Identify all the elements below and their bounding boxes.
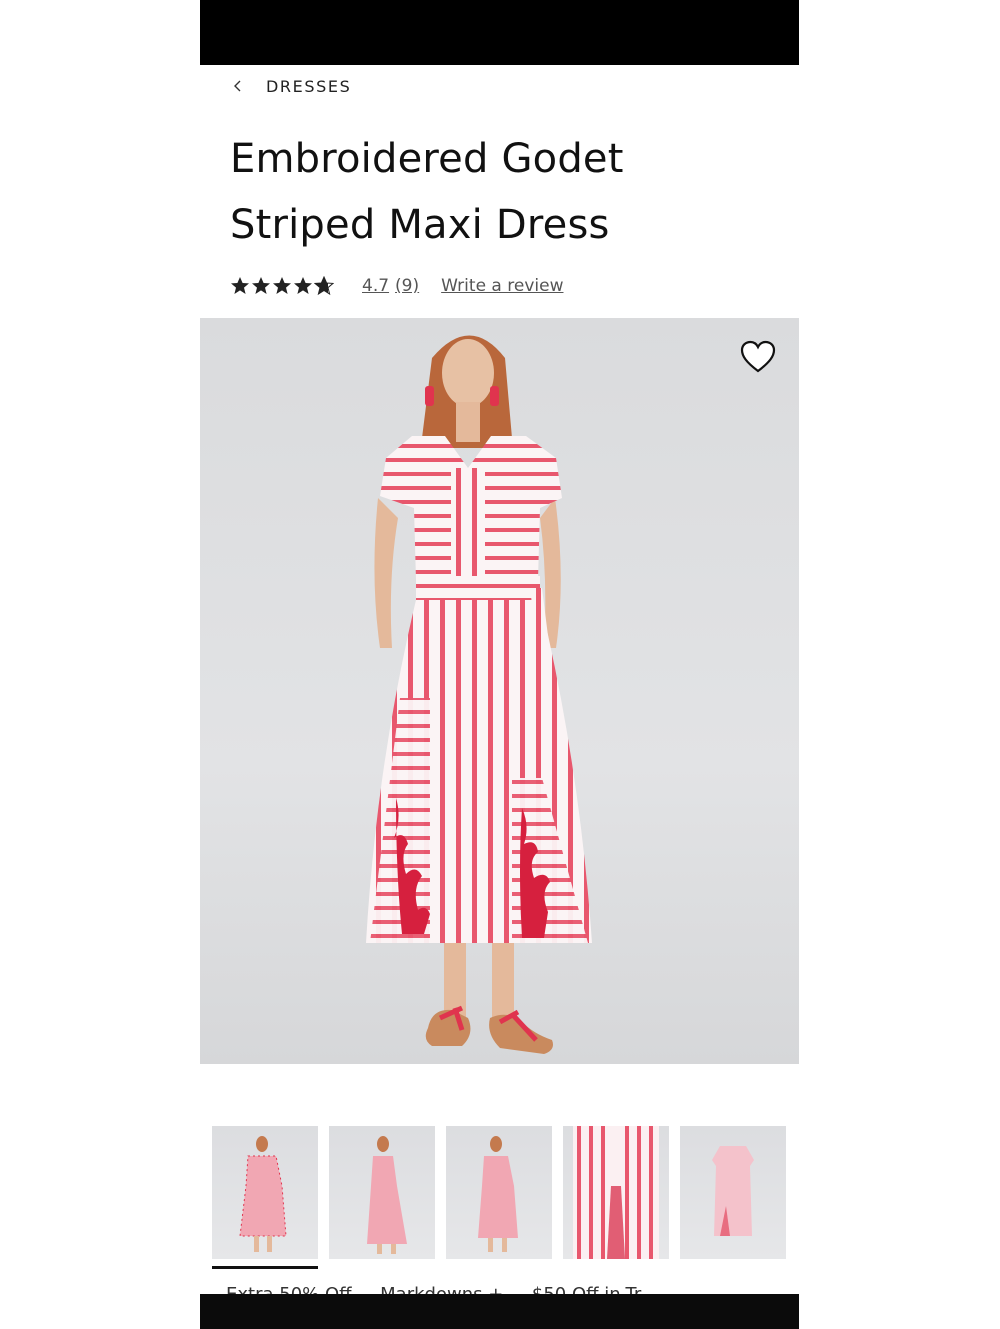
thumbnail-selected-indicator: [212, 1266, 318, 1269]
thumbnail-image: [367, 1136, 407, 1254]
thumbnail-image: [573, 1126, 659, 1259]
rating-row: 4.7 (9) Write a review: [230, 272, 563, 300]
star-rating: [230, 276, 334, 296]
status-bar: [200, 0, 799, 65]
chevron-left-icon[interactable]: [232, 79, 244, 93]
thumbnail-1[interactable]: [212, 1126, 318, 1259]
thumbnail-image: [478, 1136, 518, 1252]
star-icon: [252, 277, 270, 294]
rating-value[interactable]: 4.7: [362, 276, 389, 296]
product-title: Embroidered Godet Striped Maxi Dress: [230, 126, 770, 258]
bottom-bar: [200, 1294, 799, 1329]
star-icon: [294, 277, 312, 294]
thumbnail-3[interactable]: [446, 1126, 552, 1259]
star-icon: [273, 277, 291, 294]
heart-outline-icon[interactable]: [740, 340, 776, 374]
rating-summary[interactable]: 4.7 (9): [362, 276, 419, 296]
star-icon: [231, 277, 249, 294]
breadcrumb-label[interactable]: DRESSES: [266, 77, 351, 96]
thumbnail-4[interactable]: [563, 1126, 669, 1259]
product-title-line-2: Striped Maxi Dress: [230, 202, 610, 248]
thumbnail-carousel[interactable]: [212, 1126, 799, 1276]
thumbnail-2[interactable]: [329, 1126, 435, 1259]
phone-screen: DRESSES Embroidered Godet Striped Maxi D…: [200, 0, 799, 1329]
product-main-image[interactable]: [200, 318, 799, 1064]
thumbnail-5[interactable]: [680, 1126, 786, 1259]
star-partial-icon: [314, 276, 334, 296]
write-review-link[interactable]: Write a review: [441, 276, 563, 296]
thumbnail-image: [712, 1146, 754, 1236]
product-title-line-1: Embroidered Godet: [230, 136, 624, 182]
thumbnail-image: [239, 1136, 287, 1252]
breadcrumb[interactable]: DRESSES: [232, 74, 351, 98]
model-wearing-dress-image: [366, 335, 592, 1054]
review-count[interactable]: (9): [395, 276, 419, 296]
favorite-button[interactable]: [739, 338, 777, 376]
